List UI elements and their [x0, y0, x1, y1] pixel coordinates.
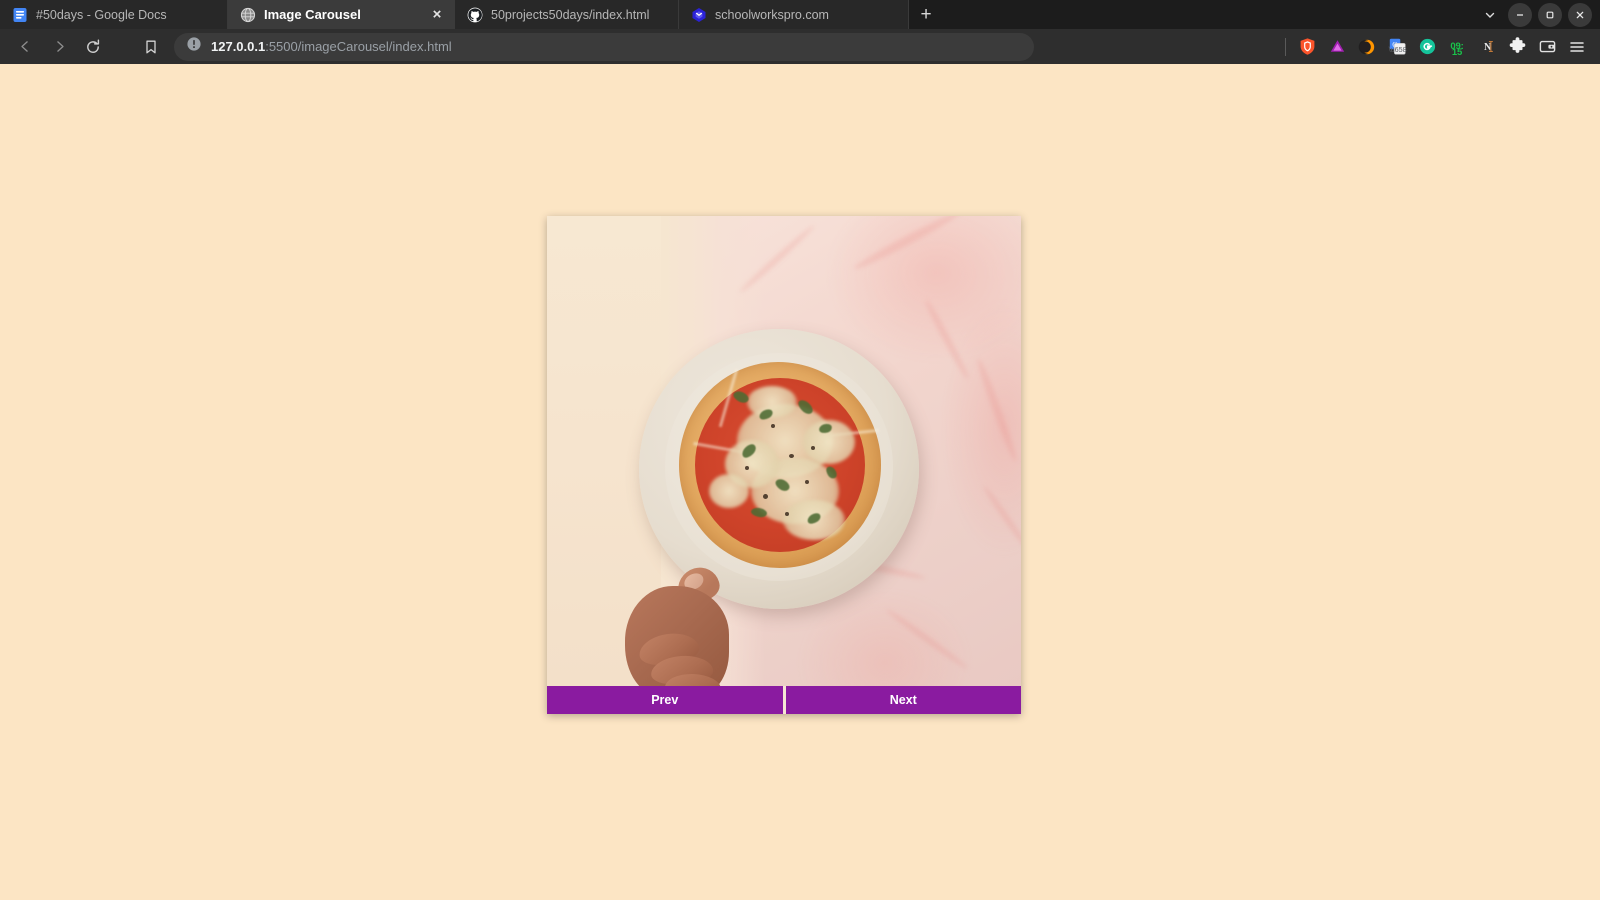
browser-window: #50days - Google Docs Image Carousel × 5…	[0, 0, 1600, 900]
pepper-flake	[789, 454, 794, 458]
bookmark-icon[interactable]	[136, 32, 166, 62]
globe-icon	[240, 7, 256, 23]
tab-schoolworkspro[interactable]: schoolworkspro.com	[679, 0, 909, 29]
not-secure-info-icon[interactable]	[186, 36, 202, 57]
tab-search-chevron-down-icon[interactable]	[1478, 3, 1502, 27]
grammarly-icon[interactable]	[1412, 32, 1442, 62]
tab-title: #50days - Google Docs	[36, 7, 167, 22]
close-icon[interactable]: ×	[429, 7, 445, 23]
toolbar-divider	[1285, 37, 1286, 56]
forward-button[interactable]	[42, 32, 76, 62]
plate	[639, 329, 919, 609]
pepper-flake	[745, 466, 749, 470]
schoolworkspro-icon	[691, 7, 707, 23]
pepper-flake	[805, 480, 809, 484]
toolbar-extensions: G \u6587 09: 15 N	[1279, 32, 1592, 62]
page-viewport: Prev Next	[0, 64, 1600, 900]
tab-strip-spacer	[943, 0, 1478, 29]
carousel-image	[547, 216, 1021, 686]
close-button[interactable]	[1568, 2, 1592, 27]
address-bar[interactable]: 127.0.0.1:5500/imageCarousel/index.html	[174, 32, 1034, 61]
timer-badge-icon[interactable]: 09: 15	[1442, 32, 1472, 62]
next-button[interactable]: Next	[785, 686, 1021, 714]
tab-50projects50days[interactable]: 50projects50days/index.html	[455, 0, 679, 29]
cheese-topping	[709, 474, 749, 508]
tab-title: Image Carousel	[264, 7, 361, 22]
image-carousel: Prev Next	[547, 216, 1021, 714]
window-controls	[1478, 0, 1600, 29]
svg-text:\u6587: \u6587	[1388, 45, 1406, 54]
browser-toolbar: 127.0.0.1:5500/imageCarousel/index.html	[0, 29, 1600, 64]
tab-strip: #50days - Google Docs Image Carousel × 5…	[0, 0, 1600, 29]
brave-rewards-icon[interactable]	[1322, 32, 1352, 62]
prev-button[interactable]: Prev	[547, 686, 783, 714]
tab-image-carousel[interactable]: Image Carousel ×	[228, 0, 455, 29]
pepper-flake	[763, 494, 768, 499]
pizza-photo	[547, 216, 1021, 686]
carousel-controls: Prev Next	[547, 686, 1021, 714]
wallet-icon[interactable]	[1532, 32, 1562, 62]
pizza-crust	[679, 362, 881, 568]
back-button[interactable]	[8, 32, 42, 62]
brave-shields-icon[interactable]	[1292, 32, 1322, 62]
reload-button[interactable]	[76, 32, 110, 62]
notion-web-clipper-icon[interactable]: N	[1472, 32, 1502, 62]
hand	[625, 562, 755, 686]
tab-google-docs[interactable]: #50days - Google Docs	[0, 0, 228, 29]
maximize-button[interactable]	[1538, 2, 1562, 27]
pepper-flake	[811, 446, 815, 450]
google-docs-icon	[12, 7, 28, 23]
pepper-flake	[771, 424, 775, 428]
pepper-flake	[785, 512, 789, 516]
minimize-button[interactable]	[1508, 2, 1532, 27]
address-bar-url: 127.0.0.1:5500/imageCarousel/index.html	[211, 39, 452, 54]
address-bar-path: :5500/imageCarousel/index.html	[265, 39, 452, 54]
timer-badge-bottom: 15	[1451, 46, 1463, 58]
address-bar-host: 127.0.0.1	[211, 39, 266, 54]
new-tab-button[interactable]: +	[909, 0, 943, 29]
extensions-puzzle-icon[interactable]	[1502, 32, 1532, 62]
dark-reader-icon[interactable]	[1352, 32, 1382, 62]
github-icon	[467, 7, 483, 23]
tab-title: 50projects50days/index.html	[491, 7, 650, 22]
browser-menu-icon[interactable]	[1562, 32, 1592, 62]
google-translate-icon[interactable]: G \u6587	[1382, 32, 1412, 62]
tab-title: schoolworkspro.com	[715, 7, 829, 22]
